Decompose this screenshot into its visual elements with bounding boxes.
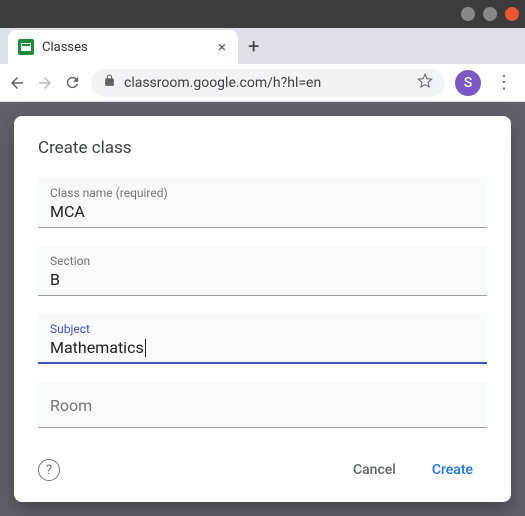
page-content: Create class Class name (required) Secti… xyxy=(0,102,525,516)
browser-menu-icon[interactable]: ⋮ xyxy=(491,72,517,93)
url-text: classroom.google.com/h?hl=en xyxy=(124,75,409,91)
new-tab-button[interactable]: + xyxy=(238,34,269,58)
dialog-title: Create class xyxy=(38,138,487,158)
dialog-actions: ? Cancel Create xyxy=(38,454,487,486)
section-label: Section xyxy=(50,254,475,268)
section-input[interactable] xyxy=(50,270,475,289)
browser-chrome: Classes × + classroom.google.com/h?hl=en… xyxy=(0,28,525,102)
class-name-field[interactable]: Class name (required) xyxy=(38,178,487,228)
address-bar[interactable]: classroom.google.com/h?hl=en xyxy=(91,69,445,97)
create-class-dialog: Create class Class name (required) Secti… xyxy=(14,116,511,502)
tab-close-icon[interactable]: × xyxy=(216,38,228,56)
os-titlebar xyxy=(0,0,525,28)
tab-title: Classes xyxy=(42,40,208,55)
cancel-button[interactable]: Cancel xyxy=(339,454,410,486)
back-button[interactable] xyxy=(8,74,26,92)
window-close-button[interactable] xyxy=(505,7,519,21)
window-maximize-button[interactable] xyxy=(483,7,497,21)
class-name-input[interactable] xyxy=(50,202,475,221)
subject-label: Subject xyxy=(50,322,475,336)
subject-field[interactable]: Subject Mathematics xyxy=(38,314,487,364)
window-minimize-button[interactable] xyxy=(461,7,475,21)
reload-button[interactable] xyxy=(64,74,81,91)
browser-tab[interactable]: Classes × xyxy=(8,30,238,64)
help-icon[interactable]: ? xyxy=(38,459,60,481)
room-label: Room xyxy=(50,396,475,415)
section-field[interactable]: Section xyxy=(38,246,487,296)
browser-toolbar: classroom.google.com/h?hl=en S ⋮ xyxy=(0,64,525,102)
profile-avatar[interactable]: S xyxy=(455,70,481,96)
text-cursor xyxy=(145,339,146,357)
bookmark-star-icon[interactable] xyxy=(417,73,433,93)
class-name-label: Class name (required) xyxy=(50,186,475,200)
create-button[interactable]: Create xyxy=(418,454,487,486)
lock-icon xyxy=(103,74,116,91)
subject-input[interactable]: Mathematics xyxy=(50,338,144,357)
tab-strip: Classes × + xyxy=(0,28,525,64)
forward-button[interactable] xyxy=(36,74,54,92)
favicon-icon xyxy=(18,39,34,55)
room-field[interactable]: Room xyxy=(38,382,487,428)
